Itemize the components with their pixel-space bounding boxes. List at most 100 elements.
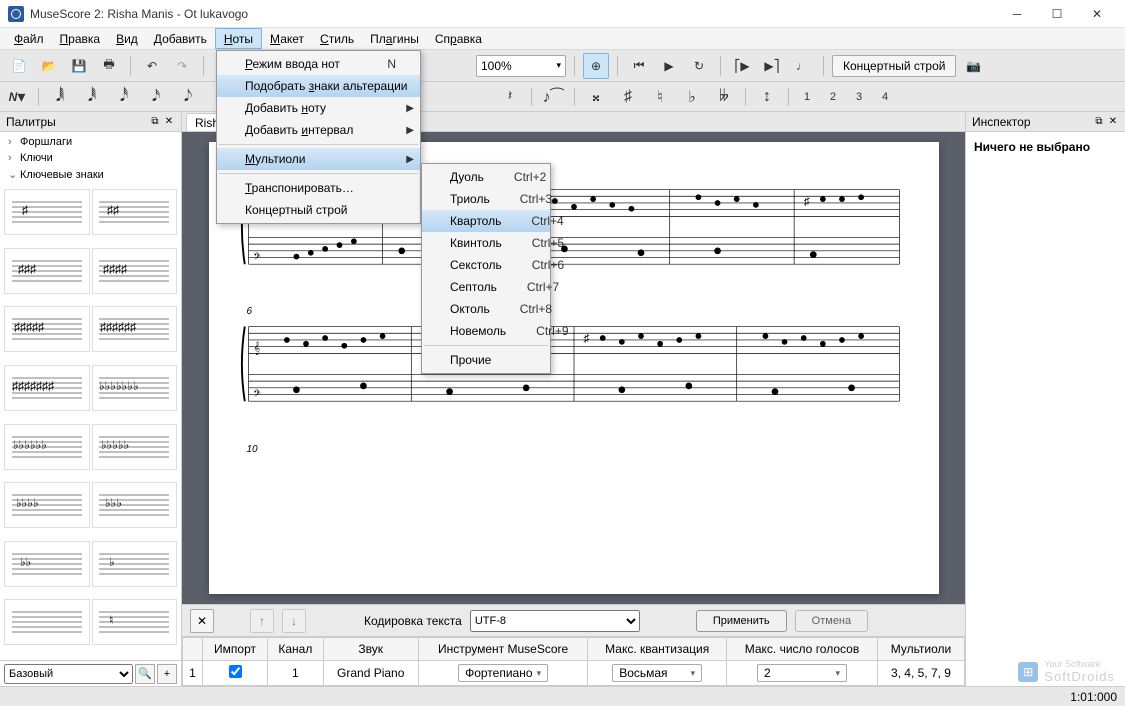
menu-layout[interactable]: Макет [262,28,312,49]
palette-undock-icon[interactable]: ⧉ [149,116,161,128]
palette-item-clefs[interactable]: Ключи [0,150,181,166]
menu-style[interactable]: Стиль [312,28,362,49]
palette-item-grace[interactable]: Форшлаги [0,134,181,150]
keysig-cell[interactable]: ♭♭♭♭ [4,482,90,528]
menu-septuplet[interactable]: СептольCtrl+7 [422,276,550,298]
menu-edit[interactable]: Правка [52,28,109,49]
apply-button[interactable]: Применить [696,610,787,632]
menu-notes[interactable]: Ноты [215,28,262,49]
menu-plugins[interactable]: Плагины [362,28,427,49]
col-tuplets[interactable]: Мультиоли [877,638,964,661]
menu-sextuplet[interactable]: СекстольCtrl+6 [422,254,550,276]
menu-view[interactable]: Вид [108,28,146,49]
keysig-cell[interactable]: ♭♭♭♭♭♭ [4,424,90,470]
menu-file[interactable]: Файл [6,28,52,49]
menu-note-input[interactable]: Режим ввода нотN [217,53,420,75]
note-32nd-icon[interactable]: 𝅘𝅥𝅱 [81,86,103,108]
cell-quant[interactable]: Восьмая [588,661,727,686]
keysig-cell[interactable]: ♭ [92,541,178,587]
loop-out-button[interactable]: ▶⎤ [759,53,785,79]
menu-triplet[interactable]: ТриольCtrl+3 [422,188,550,210]
menu-quadruplet[interactable]: КвартольCtrl+4 [422,210,550,232]
voice-2-button[interactable]: 2 [825,91,841,103]
move-up-button[interactable]: ↑ [250,609,274,633]
cell-instrument[interactable]: Фортепиано [418,661,588,686]
palette-profile-select[interactable]: Базовый [4,664,133,684]
move-down-button[interactable]: ↓ [282,609,306,633]
keysig-cell[interactable]: ♯♯♯♯♯ [4,306,90,352]
countoff-icon[interactable]: ♩ [789,53,815,79]
col-instrument[interactable]: Инструмент MuseScore [418,638,588,661]
menu-quintuplet[interactable]: КвинтольCtrl+5 [422,232,550,254]
keysig-cell[interactable]: ♭♭♭♭♭ [92,424,178,470]
flip-icon[interactable]: ↕ [756,86,778,108]
play-button[interactable]: ▶ [656,53,682,79]
menu-add-interval[interactable]: Добавить интервал▶ [217,119,420,141]
camera-icon[interactable]: 📷 [960,53,986,79]
palette-add-icon[interactable]: + [157,664,177,684]
cancel-button[interactable]: Отмена [795,610,868,632]
rewind-button[interactable]: ⏮ [626,53,652,79]
voice-3-button[interactable]: 3 [851,91,867,103]
keysig-cell[interactable]: ♯♯♯♯ [92,248,178,294]
loop-button[interactable]: ↻ [686,53,712,79]
menu-duplet[interactable]: ДуольCtrl+2 [422,166,550,188]
voice-1-button[interactable]: 1 [799,91,815,103]
menu-add[interactable]: Добавить [146,28,215,49]
menu-transpose[interactable]: Транспонировать… [217,177,420,199]
loop-in-button[interactable]: ⎡▶ [729,53,755,79]
keysig-cell[interactable]: ♯ [4,189,90,235]
col-quant[interactable]: Макс. квантизация [588,638,727,661]
menu-respell[interactable]: Подобрать знаки альтерации [217,75,420,97]
col-channel[interactable]: Канал [268,638,324,661]
zoom-select[interactable]: 100%▾ [476,55,566,77]
close-import-icon[interactable]: ✕ [190,609,214,633]
note-64th-icon[interactable]: 𝅘𝅥𝅲 [49,86,71,108]
rest-icon[interactable]: 𝄽 [499,86,521,108]
double-sharp-icon[interactable]: 𝄪 [585,86,607,108]
keysig-cell[interactable]: ♭♭♭ [92,482,178,528]
col-import[interactable]: Импорт [203,638,268,661]
keysig-cell[interactable]: ♭♭ [4,541,90,587]
maximize-button[interactable]: ☐ [1037,0,1077,28]
double-flat-icon[interactable]: 𝄫 [713,86,735,108]
col-voices[interactable]: Макс. число голосов [727,638,878,661]
undo-button[interactable]: ↶ [139,53,165,79]
open-file-button[interactable]: 📂 [36,53,62,79]
menu-other-tuplets[interactable]: Прочие [422,349,550,371]
flat-icon[interactable]: ♭ [681,86,703,108]
note-8th-icon[interactable]: 𝅘𝅥𝅯 [145,86,167,108]
keysig-cell[interactable]: ♮ [92,599,178,645]
note-input-icon[interactable]: N▾ [6,86,28,108]
keysig-cell[interactable] [4,599,90,645]
keysig-cell[interactable]: ♯♯♯ [4,248,90,294]
note-16th-icon[interactable]: 𝅘𝅥𝅰 [113,86,135,108]
palette-item-keysig[interactable]: Ключевые знаки [0,166,181,183]
cell-import[interactable] [203,661,268,686]
keysig-cell[interactable]: ♯♯ [92,189,178,235]
keysig-cell[interactable]: ♯♯♯♯♯♯♯ [4,365,90,411]
print-button[interactable]: 🖶 [96,53,122,79]
close-button[interactable]: ✕ [1077,0,1117,28]
encoding-select[interactable]: UTF-8 [470,610,640,632]
menu-help[interactable]: Справка [427,28,490,49]
redo-button[interactable]: ↷ [169,53,195,79]
import-checkbox[interactable] [229,665,242,678]
keysig-cell[interactable]: ♭♭♭♭♭♭♭ [92,365,178,411]
menu-octuplet[interactable]: ОктольCtrl+8 [422,298,550,320]
inspector-close-icon[interactable]: ✕ [1107,116,1119,128]
menu-nonuplet[interactable]: НовемольCtrl+9 [422,320,550,342]
new-file-button[interactable]: 📄 [6,53,32,79]
metronome-icon[interactable]: ⊕ [583,53,609,79]
col-sound[interactable]: Звук [323,638,418,661]
menu-add-note[interactable]: Добавить ноту▶ [217,97,420,119]
note-quarter-icon[interactable]: 𝅘𝅥𝅮 [177,86,199,108]
menu-tuplets[interactable]: Мультиоли▶ [217,148,420,170]
sharp-icon[interactable]: ♯ [617,86,639,108]
palette-close-icon[interactable]: ✕ [163,116,175,128]
menu-concert-pitch[interactable]: Концертный строй [217,199,420,221]
save-button[interactable]: 💾 [66,53,92,79]
natural-icon[interactable]: ♮ [649,86,671,108]
cell-voices[interactable]: 2 [727,661,878,686]
voice-4-button[interactable]: 4 [877,91,893,103]
